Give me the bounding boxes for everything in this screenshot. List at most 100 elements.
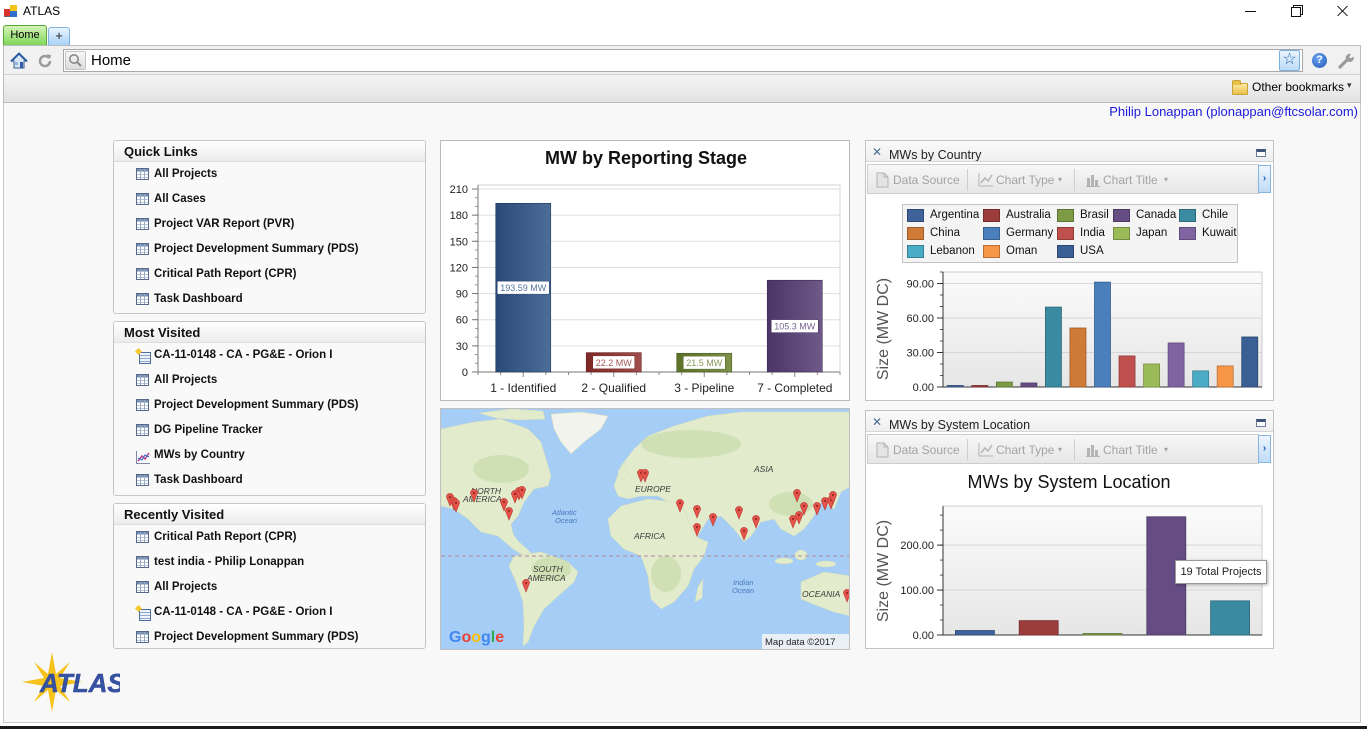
report-grid-icon	[136, 424, 149, 436]
chart-type-button[interactable]: Chart Type ▾	[978, 441, 1073, 459]
quick-link-item[interactable]: Task Dashboard	[114, 287, 425, 312]
bar-lebanon[interactable]	[1192, 370, 1210, 388]
bar-india[interactable]	[1118, 355, 1136, 388]
most-visited-item[interactable]: Project Development Summary (PDS)	[114, 393, 425, 418]
bar-usa[interactable]	[1241, 336, 1259, 388]
address-bar[interactable]: Home	[63, 49, 1303, 72]
map-marker-dot	[695, 525, 699, 529]
close-icon[interactable]	[1320, 0, 1366, 22]
reporting-stage-chart[interactable]: MW by Reporting Stage 0 30 60 90 120 150 180 21…	[441, 141, 849, 400]
report-grid-icon	[136, 474, 149, 486]
most-visited-label: DG Pipeline Tracker	[154, 424, 263, 436]
bar-japan[interactable]	[1143, 363, 1160, 388]
recently-visited-item[interactable]: Critical Path Report (CPR)	[114, 525, 425, 550]
quick-link-item[interactable]: Critical Path Report (CPR)	[114, 262, 425, 287]
most-visited-item[interactable]: All Projects	[114, 368, 425, 393]
world-map[interactable]: NORTH AMERICA SOUTH AMERICA EUROPE AFRIC…	[441, 409, 849, 649]
map-marker-dot	[643, 471, 647, 475]
label-oceania: OCEANIA	[802, 589, 841, 599]
legend-swatch	[1179, 227, 1196, 240]
toolbar-overflow-button[interactable]: ›	[1258, 165, 1271, 193]
most-visited-item[interactable]: MWs by Country	[114, 443, 425, 468]
quick-link-item[interactable]: Project Development Summary (PDS)	[114, 237, 425, 262]
bar-china[interactable]	[1069, 327, 1087, 388]
chart-line-icon	[136, 449, 150, 464]
toolbar-overflow-button[interactable]: ›	[1258, 435, 1271, 463]
legend-label: Brasil	[1080, 209, 1109, 221]
tab-home[interactable]: Home	[3, 25, 47, 45]
close-icon[interactable]: ✕	[872, 416, 882, 428]
most-visited-item[interactable]: Task Dashboard	[114, 468, 425, 493]
y-tick-label: 90.00	[906, 279, 934, 291]
recently-visited-label: All Projects	[154, 581, 218, 593]
chart-title-button[interactable]: Chart Title ▾	[1085, 441, 1175, 459]
recently-visited-item[interactable]: test india - Philip Lonappan	[114, 550, 425, 575]
legend-item-chile: Chile	[1178, 207, 1240, 225]
new-tab-button[interactable]: +	[48, 27, 70, 45]
legend-label: Germany	[1006, 227, 1054, 239]
report-grid-icon	[136, 631, 149, 643]
bar-chile[interactable]	[1045, 306, 1062, 388]
legend-item-canada: Canada	[1112, 207, 1178, 225]
minimize-icon[interactable]	[1228, 0, 1274, 22]
bar-2[interactable]	[1018, 620, 1059, 636]
map-attribution[interactable]: Map data ©2017	[765, 637, 835, 648]
close-icon[interactable]: ✕	[872, 146, 882, 158]
bar-1[interactable]	[955, 630, 995, 636]
recently-visited-item[interactable]: Project Development Summary (PDS)	[114, 625, 425, 648]
map-marker-dot	[513, 492, 517, 496]
map-marker-dot	[815, 504, 819, 508]
data-source-button[interactable]: Data Source	[875, 171, 967, 189]
project-locations-map[interactable]: NORTH AMERICA SOUTH AMERICA EUROPE AFRIC…	[440, 408, 850, 650]
other-bookmarks-button[interactable]: Other bookmarks	[1252, 80, 1344, 94]
minimize-panel-icon[interactable]	[1256, 149, 1266, 157]
recently-visited-item[interactable]: CA-11-0148 - CA - PG&E - Orion I	[114, 600, 425, 625]
chevron-down-icon[interactable]: ▾	[1347, 80, 1352, 91]
label-atlantic-2: Ocean	[555, 516, 577, 525]
map-marker-dot	[502, 500, 506, 504]
recently-visited-item[interactable]: All Projects	[114, 575, 425, 600]
restore-icon[interactable]	[1274, 0, 1320, 22]
most-visited-item[interactable]: DG Pipeline Tracker	[114, 418, 425, 443]
bar-brasil[interactable]	[995, 381, 1013, 388]
bar-canada[interactable]	[1020, 382, 1038, 388]
user-account-link[interactable]: Philip Lonappan (plonappan@ftcsolar.com)	[1109, 104, 1358, 119]
chart-type-button[interactable]: Chart Type ▾	[978, 171, 1073, 189]
bar-3[interactable]	[1082, 633, 1123, 636]
map-marker[interactable]	[709, 513, 717, 527]
land-borneo	[794, 549, 808, 561]
wrench-icon[interactable]	[1337, 52, 1355, 70]
map-marker-dot	[802, 504, 806, 508]
data-source-button[interactable]: Data Source	[875, 441, 967, 459]
chart-title-button[interactable]: Chart Title ▾	[1085, 171, 1175, 189]
bar-5[interactable]	[1210, 600, 1251, 636]
bar-germany[interactable]	[1094, 281, 1111, 388]
google-logo-letter: o	[461, 629, 471, 646]
land-new-guinea	[815, 560, 837, 568]
legend-label: Kuwait	[1202, 227, 1237, 239]
bar-kuwait[interactable]	[1167, 342, 1185, 388]
most-visited-item[interactable]: CA-11-0148 - CA - PG&E - Orion I	[114, 343, 425, 368]
refresh-icon[interactable]	[36, 52, 54, 70]
bar-argentina[interactable]	[946, 385, 964, 388]
home-icon[interactable]	[10, 52, 28, 70]
minimize-panel-icon[interactable]	[1256, 419, 1266, 427]
legend-item-brasil: Brasil	[1056, 207, 1112, 225]
bar-oman[interactable]	[1216, 365, 1234, 388]
quick-link-item[interactable]: Project VAR Report (PVR)	[114, 212, 425, 237]
quick-link-item[interactable]: All Projects	[114, 162, 425, 187]
map-marker-dot	[454, 501, 458, 505]
star-icon[interactable]: ☆	[1279, 50, 1300, 71]
legend-swatch	[1113, 227, 1130, 240]
y-axis-label: Size (MW DC)	[875, 520, 892, 622]
legend-item-usa: USA	[1056, 243, 1112, 261]
help-icon[interactable]: ?	[1312, 53, 1327, 68]
quick-link-item[interactable]: All Cases	[114, 187, 425, 212]
search-icon[interactable]	[65, 51, 86, 70]
reporting-stage-chart-panel: MW by Reporting Stage 0 30 60 90 120 150 180 21…	[440, 140, 850, 401]
most-visited-label: Project Development Summary (PDS)	[154, 399, 359, 411]
address-input-value[interactable]: Home	[91, 51, 131, 71]
bar-australia[interactable]	[971, 385, 989, 388]
land-madagascar	[694, 578, 704, 603]
x-tick-label: 3 - Pipeline	[674, 381, 734, 395]
